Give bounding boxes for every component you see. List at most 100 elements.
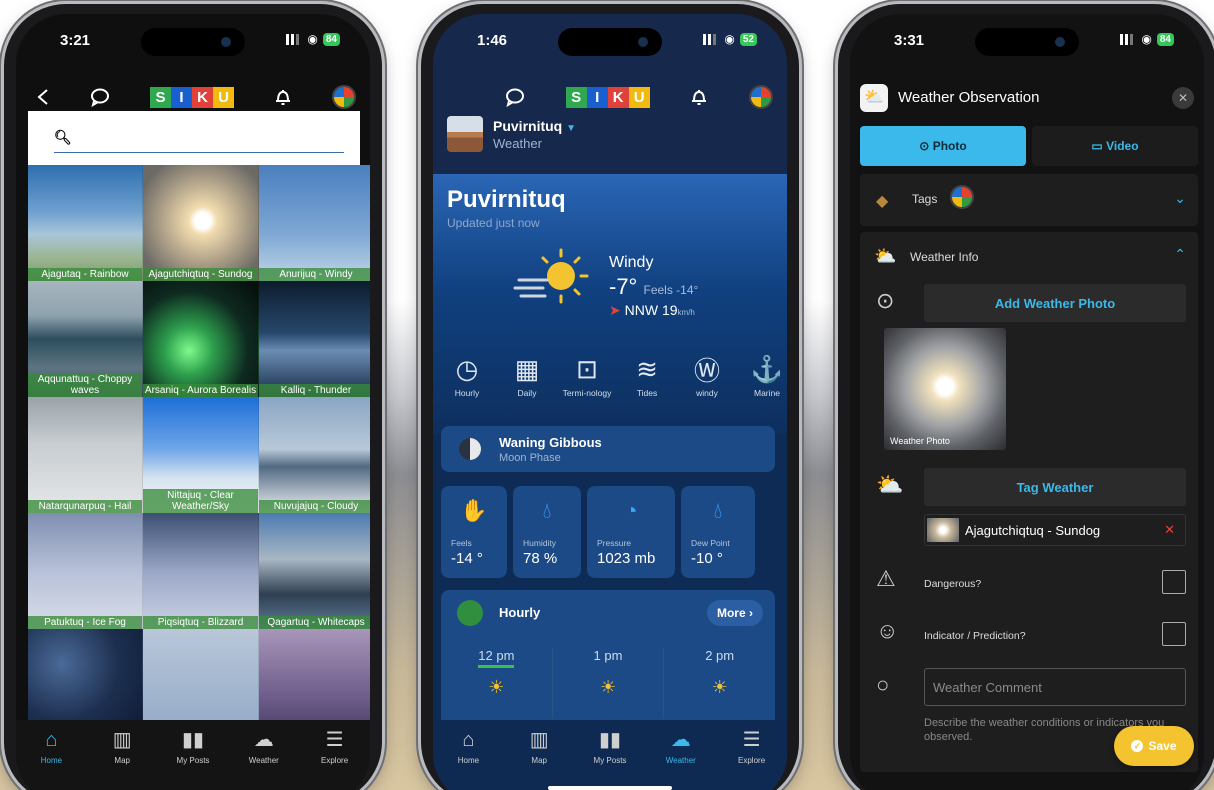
- bell-icon[interactable]: [274, 87, 292, 107]
- status-time: 1:46: [477, 32, 508, 49]
- home-icon: ⌂: [462, 729, 475, 751]
- indicator-label: Indicator / Prediction?: [924, 630, 1026, 642]
- grid-item[interactable]: Anurijuq - Windy: [259, 165, 370, 281]
- grid-item[interactable]: Nittajuq - Clear Weather/Sky: [143, 397, 259, 513]
- marine-icon: ⚓: [750, 353, 784, 384]
- tool-terminology[interactable]: ⊡ Termi-nology: [561, 350, 613, 399]
- modal-title: Weather Observation: [898, 89, 1040, 106]
- tool-tides[interactable]: ≋ Tides: [621, 350, 673, 399]
- tab-map[interactable]: ▥ Map: [89, 728, 155, 790]
- indicator-checkbox[interactable]: [1162, 622, 1186, 646]
- avatar[interactable]: [748, 85, 773, 109]
- city-name: Puvirnituq: [447, 186, 566, 213]
- grid-item[interactable]: Piqsiqtuq - Blizzard: [143, 513, 259, 629]
- tab-home[interactable]: ⌂ Home: [435, 728, 501, 790]
- grid-item-label: Nittajuq - Clear Weather/Sky: [143, 489, 258, 513]
- battery-level: 84: [1156, 32, 1174, 46]
- tab-explore[interactable]: ☰ Explore: [302, 728, 368, 790]
- remove-icon[interactable]: ✕: [1164, 522, 1175, 538]
- status-bar: 3:21 ◉ 84: [16, 14, 370, 64]
- warning-icon: ⚠: [876, 566, 896, 591]
- save-button[interactable]: ✓ Save: [1114, 726, 1194, 766]
- tool-windy[interactable]: Ⓦwindy: [681, 350, 733, 399]
- tab-home[interactable]: ⌂ Home: [18, 728, 84, 790]
- tab-map[interactable]: ▥ Map: [506, 728, 572, 790]
- grid-item[interactable]: Natarqunarpuq - Hail: [28, 397, 143, 513]
- tab-explore[interactable]: ☰ Explore: [719, 728, 785, 790]
- dangerous-checkbox[interactable]: [1162, 570, 1186, 594]
- grid-item-label: Aqqunattuq - Choppy waves: [28, 373, 142, 397]
- back-icon[interactable]: [36, 88, 50, 106]
- wind-value: NNW 19: [624, 302, 678, 318]
- chevron-icon: ⌄: [1174, 190, 1186, 206]
- more-button[interactable]: More ›: [706, 600, 763, 626]
- weather-comment-input[interactable]: [924, 668, 1186, 706]
- grid-item-label: Piqsiqtuq - Blizzard: [143, 616, 258, 629]
- weather-photo[interactable]: Weather Photo: [884, 328, 1006, 450]
- status-icons: ◉ 84: [1120, 32, 1174, 46]
- tag-icon: ◆: [876, 193, 889, 210]
- tab-weather[interactable]: ☁ Weather: [231, 728, 297, 790]
- location-selector[interactable]: Puvirnituq ▼ Weather: [447, 116, 576, 152]
- home-icon: ⌂: [45, 729, 58, 751]
- camera-icon: ⊙: [876, 288, 895, 313]
- grid-item[interactable]: Arsaniq - Aurora Borealis: [143, 281, 259, 397]
- hour-item[interactable]: 2 pm ☀: [664, 648, 775, 718]
- tab-my-posts[interactable]: ▮▮ My Posts: [160, 728, 226, 790]
- tool-hourly[interactable]: ◷ Hourly: [441, 350, 493, 399]
- grid-item[interactable]: Ajagutchiqtuq - Sundog: [143, 165, 259, 281]
- indicator-row: Indicator / Prediction?: [924, 622, 1186, 646]
- close-icon[interactable]: ✕: [1172, 87, 1194, 109]
- modal-header: ⛅ Weather Observation ✕: [850, 84, 1204, 114]
- avatar: [950, 185, 974, 209]
- chevron-icon[interactable]: ⌃: [1174, 246, 1186, 263]
- menu-icon: ☰: [742, 729, 761, 751]
- chat-icon[interactable]: [90, 87, 110, 107]
- phone-weather: 1:46 ◉ 52 S I K U Puvirnituq ▼ Weather P…: [421, 4, 799, 790]
- add-photo-button[interactable]: Add Weather Photo: [924, 284, 1186, 322]
- hourly-list: 12 pm ☀ 1 pm ☀ 2 pm ☀: [441, 648, 775, 718]
- grid-item[interactable]: Nuvujajuq - Cloudy: [259, 397, 370, 513]
- stat-feels: ✋ Feels -14 °: [441, 486, 507, 578]
- weather-info-header[interactable]: ⛅ Weather Info: [874, 246, 978, 266]
- siku-logo: S I K U: [150, 86, 234, 108]
- weather-icon: ⛅: [874, 246, 897, 266]
- wind-arrow-icon: ➤: [609, 302, 621, 318]
- wifi-icon: ◉: [1141, 32, 1152, 46]
- tab-weather[interactable]: ☁ Weather: [648, 728, 714, 790]
- map-icon: ▥: [529, 729, 549, 751]
- indicator-icon: ☺: [876, 618, 899, 643]
- clock-icon: ◷: [455, 353, 479, 384]
- status-bar: 3:31 ◉ 84: [850, 14, 1204, 64]
- hour-item[interactable]: 1 pm ☀: [553, 648, 665, 718]
- clock-icon: [457, 600, 483, 626]
- tool-daily[interactable]: ▦ Daily: [501, 350, 553, 399]
- grid-item[interactable]: Ajagutaq - Rainbow: [28, 165, 143, 281]
- avatar[interactable]: [332, 85, 356, 109]
- home-indicator[interactable]: [548, 786, 672, 790]
- grid-item[interactable]: Aqqunattuq - Choppy waves: [28, 281, 143, 397]
- tags-panel[interactable]: ◆ Tags ⌄: [860, 174, 1198, 226]
- phone-home: 3:21 ◉ 84 S I K U 🔍︎ Ajagutaq - Rainbow …: [4, 4, 382, 790]
- dynamic-island: [558, 28, 662, 56]
- chat-icon[interactable]: [505, 87, 525, 107]
- feels-like: Feels -14°: [643, 283, 699, 297]
- dropdown-icon: ▼: [566, 122, 577, 134]
- grid-item[interactable]: Patuktuq - Ice Fog: [28, 513, 143, 629]
- humidity-icon: 💧︎: [542, 498, 552, 523]
- grid-item[interactable]: Qagartuq - Whitecaps: [259, 513, 370, 629]
- tool-marine[interactable]: ⚓ Marine: [741, 350, 787, 399]
- search-input[interactable]: [54, 125, 344, 153]
- tag-thumbnail: [927, 518, 959, 542]
- hour-item[interactable]: 12 pm ☀: [441, 648, 553, 718]
- grid-item[interactable]: Kalliq - Thunder: [259, 281, 370, 397]
- photo-tab[interactable]: ⊙ Photo: [860, 126, 1026, 166]
- location-name: Puvirnituq: [493, 117, 563, 134]
- moon-phase-card[interactable]: Waning Gibbous Moon Phase: [441, 426, 775, 472]
- location-thumbnail: [447, 116, 483, 152]
- bell-icon[interactable]: [690, 87, 708, 107]
- pressure-icon: ◔: [624, 498, 638, 523]
- tab-my-posts[interactable]: ▮▮ My Posts: [577, 728, 643, 790]
- tag-weather-button[interactable]: Tag Weather: [924, 468, 1186, 506]
- video-tab[interactable]: ▭ Video: [1032, 126, 1198, 166]
